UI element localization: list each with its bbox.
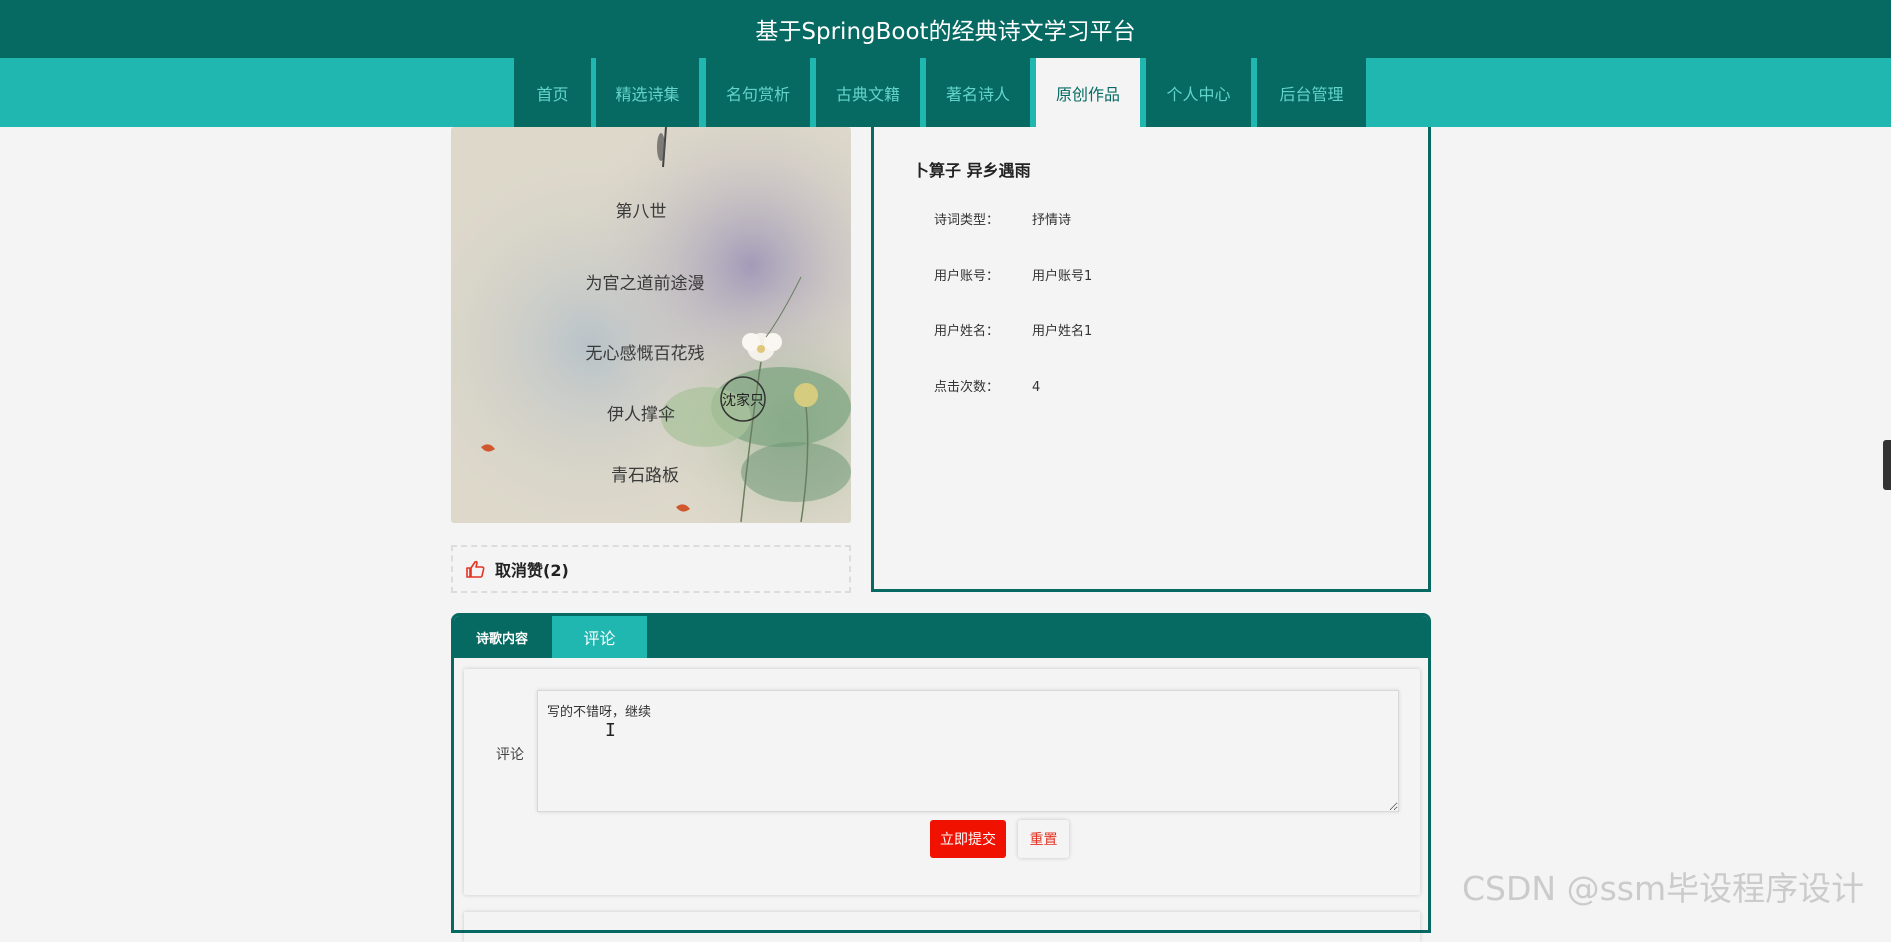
tab-bar: 诗歌内容 评论 <box>454 616 1428 658</box>
poem-line-5: 青石路板 <box>611 466 679 486</box>
submit-button[interactable]: 立即提交 <box>930 820 1006 858</box>
nav-famous-quotes[interactable]: 名句赏析 <box>706 58 810 127</box>
comment-textarea[interactable]: 写的不错呀，继续 <box>537 690 1399 812</box>
detail-row-name: 用户姓名： 用户姓名1 <box>934 320 1092 339</box>
detail-row-account: 用户账号： 用户账号1 <box>934 265 1092 284</box>
detail-key: 点击次数： <box>934 380 1000 395</box>
unlike-label: 取消赞(2) <box>495 561 569 580</box>
detail-key: 诗词类型： <box>934 213 1000 228</box>
tab-poem-content[interactable]: 诗歌内容 <box>454 616 550 658</box>
poem-image: 沈家只 第八世 为官之道前途漫 无心感慨百花残 伊人撑伞 青石路板 <box>451 127 851 523</box>
nav-personal-center[interactable]: 个人中心 <box>1146 58 1251 127</box>
thumbs-up-icon <box>466 560 485 578</box>
detail-value: 用户姓名1 <box>1032 324 1093 339</box>
poem-line-2: 为官之道前途漫 <box>586 274 705 294</box>
watermark: CSDN @ssm毕设程序设计 <box>1462 869 1865 908</box>
tab-comments[interactable]: 评论 <box>552 616 647 658</box>
detail-row-type: 诗词类型： 抒情诗 <box>934 209 1071 228</box>
detail-row-clicks: 点击次数： 4 <box>934 376 1040 395</box>
detail-value: 抒情诗 <box>1032 213 1072 228</box>
site-header: 基于SpringBoot的经典诗文学习平台 <box>0 0 1891 58</box>
seal-text: 沈家只 <box>722 392 764 409</box>
comment-form: 评论 写的不错呀，继续 立即提交 重置 <box>464 669 1420 895</box>
poem-detail-card: 卜算子 异乡遇雨 诗词类型： 抒情诗 用户账号： 用户账号1 用户姓名： 用户姓名1 … <box>871 127 1431 592</box>
detail-key: 用户账号： <box>934 269 1000 284</box>
text-cursor-icon: I <box>605 720 616 741</box>
site-title: 基于SpringBoot的经典诗文学习平台 <box>755 19 1136 45</box>
nav-admin[interactable]: 后台管理 <box>1257 58 1366 127</box>
nav-famous-poets[interactable]: 著名诗人 <box>926 58 1030 127</box>
detail-value: 4 <box>1032 380 1041 395</box>
nav-poem-collection[interactable]: 精选诗集 <box>596 58 699 127</box>
nav-classic-books[interactable]: 古典文籍 <box>816 58 920 127</box>
content-tabs-panel: 诗歌内容 评论 评论 写的不错呀，继续 立即提交 重置 <box>451 613 1431 933</box>
poem-illustration: 沈家只 第八世 为官之道前途漫 无心感慨百花残 伊人撑伞 青石路板 <box>451 127 851 523</box>
poem-line-1: 第八世 <box>616 202 667 222</box>
scrollbar-handle[interactable] <box>1883 440 1891 490</box>
poem-line-4: 伊人撑伞 <box>607 405 675 425</box>
poem-title: 卜算子 异乡遇雨 <box>913 161 1031 180</box>
poem-line-3: 无心感慨百花残 <box>586 344 705 364</box>
main-nav: 首页 精选诗集 名句赏析 古典文籍 著名诗人 原创作品 个人中心 后台管理 <box>0 58 1891 127</box>
reset-button[interactable]: 重置 <box>1018 820 1069 858</box>
nav-original-works[interactable]: 原创作品 <box>1036 58 1140 127</box>
detail-value: 用户账号1 <box>1032 269 1093 284</box>
nav-home[interactable]: 首页 <box>514 58 591 127</box>
comment-label: 评论 <box>496 747 524 763</box>
like-toggle[interactable]: 取消赞(2) <box>451 545 851 593</box>
detail-key: 用户姓名： <box>934 324 1000 339</box>
